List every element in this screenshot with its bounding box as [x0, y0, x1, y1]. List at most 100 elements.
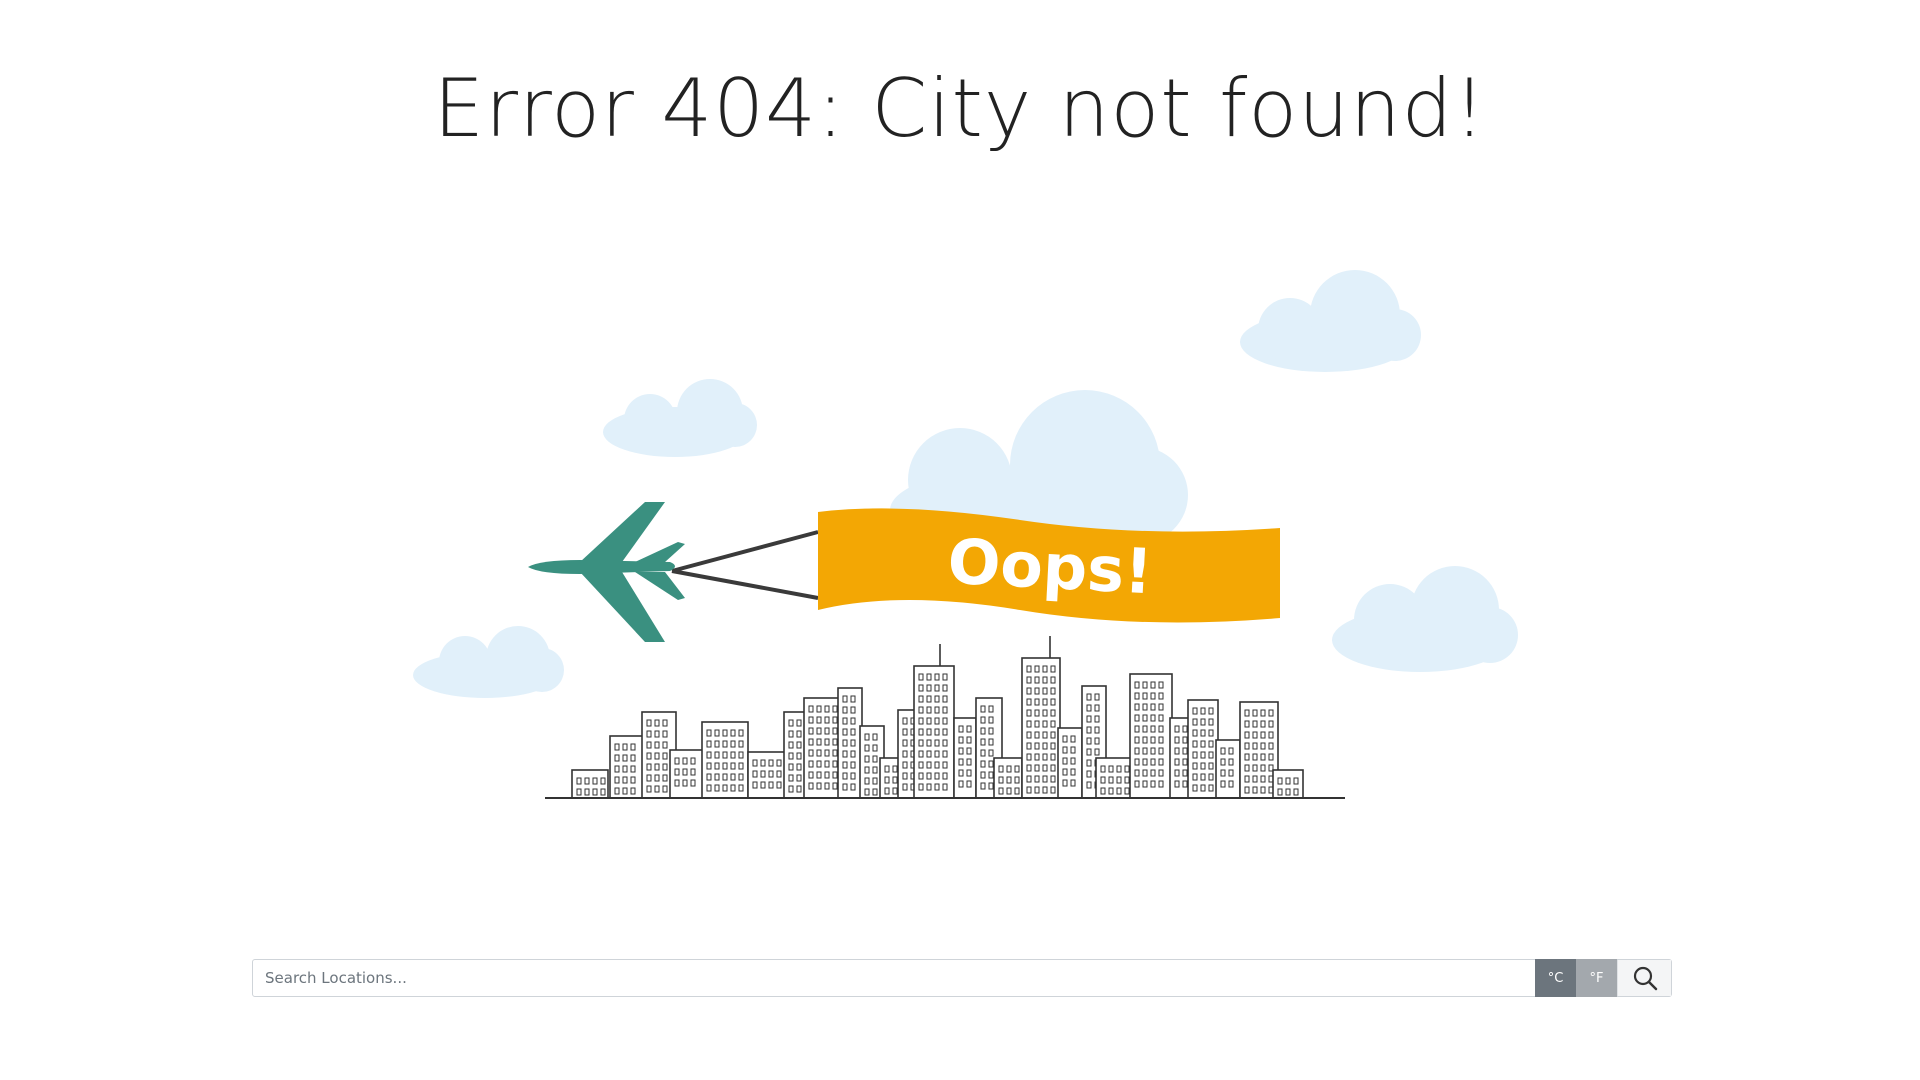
building-window — [1050, 742, 1056, 750]
building-window — [646, 752, 652, 760]
celsius-button[interactable]: °C — [1535, 959, 1576, 997]
building-window — [1034, 665, 1040, 673]
building-window — [1244, 720, 1250, 728]
building-window — [1268, 731, 1274, 739]
building-window — [722, 751, 728, 759]
building — [837, 687, 863, 799]
building-window — [662, 774, 668, 782]
search-input[interactable] — [253, 960, 1535, 996]
building-window — [1026, 764, 1032, 772]
building-window — [1220, 747, 1226, 755]
building-window — [998, 776, 1004, 784]
building-window — [730, 751, 736, 759]
building — [1187, 699, 1219, 799]
building-window — [1134, 714, 1140, 722]
building-window — [1134, 747, 1140, 755]
building-window — [1014, 776, 1020, 784]
building-window — [1244, 709, 1250, 717]
building-window — [1142, 725, 1148, 733]
building-window — [1034, 709, 1040, 717]
building-window — [934, 728, 940, 736]
building-window — [600, 788, 606, 796]
building-window — [808, 749, 814, 757]
building-window — [926, 783, 932, 791]
building-window — [1116, 787, 1122, 795]
building-window — [768, 781, 774, 789]
building-window — [662, 719, 668, 727]
building-window — [1026, 676, 1032, 684]
building-window — [1094, 693, 1100, 701]
search-bar: °C °F — [252, 959, 1672, 997]
building-window — [1150, 725, 1156, 733]
building-window — [1006, 776, 1012, 784]
building-window — [1034, 720, 1040, 728]
building-window — [942, 761, 948, 769]
building-window — [682, 757, 688, 765]
building-window — [1192, 784, 1198, 792]
building-window — [1124, 776, 1130, 784]
building-window — [1094, 748, 1100, 756]
building-window — [592, 788, 598, 796]
building-window — [1062, 757, 1068, 765]
banner-text: Oops! — [946, 525, 1154, 609]
building-window — [1142, 780, 1148, 788]
building-window — [714, 762, 720, 770]
building-window — [832, 727, 838, 735]
building-window — [842, 706, 848, 714]
building-window — [1142, 769, 1148, 777]
search-button[interactable] — [1617, 960, 1671, 996]
building-window — [1192, 740, 1198, 748]
building-window — [1086, 715, 1092, 723]
building-window — [654, 785, 660, 793]
building-window — [966, 747, 972, 755]
building-window — [1086, 726, 1092, 734]
building-window — [902, 761, 908, 769]
tow-ropes — [671, 530, 819, 600]
building-window — [1042, 720, 1048, 728]
building-window — [892, 765, 898, 773]
building-window — [1260, 720, 1266, 728]
building-window — [842, 750, 848, 758]
building-window — [958, 758, 964, 766]
building-window — [918, 783, 924, 791]
building-window — [1042, 786, 1048, 794]
building-window — [832, 716, 838, 724]
building-window — [842, 695, 848, 703]
building-window — [1034, 742, 1040, 750]
fahrenheit-button[interactable]: °F — [1576, 959, 1617, 997]
building-window — [934, 750, 940, 758]
building-window — [1244, 742, 1250, 750]
building-window — [1094, 704, 1100, 712]
building-window — [1244, 731, 1250, 739]
building-window — [614, 765, 620, 773]
building-window — [926, 684, 932, 692]
building-window — [934, 772, 940, 780]
city-illustration: Oops! — [413, 270, 1518, 799]
building-window — [934, 684, 940, 692]
building-window — [776, 781, 782, 789]
building-window — [1200, 751, 1206, 759]
building-window — [1208, 751, 1214, 759]
building-window — [622, 754, 628, 762]
building-window — [576, 777, 582, 785]
building-window — [988, 727, 994, 735]
building-window — [1134, 725, 1140, 733]
building — [1057, 727, 1083, 799]
building-window — [614, 776, 620, 784]
building-window — [1220, 758, 1226, 766]
building-window — [654, 730, 660, 738]
building-window — [980, 782, 986, 790]
building-window — [646, 785, 652, 793]
building-window — [1252, 731, 1258, 739]
building-window — [1108, 787, 1114, 795]
building-window — [942, 739, 948, 747]
building-window — [1050, 698, 1056, 706]
building-window — [788, 752, 794, 760]
building-window — [1182, 747, 1188, 755]
building-window — [918, 739, 924, 747]
building-window — [1150, 692, 1156, 700]
clouds — [413, 270, 1518, 698]
building-window — [1050, 764, 1056, 772]
building-window — [816, 749, 822, 757]
building-window — [1158, 747, 1164, 755]
